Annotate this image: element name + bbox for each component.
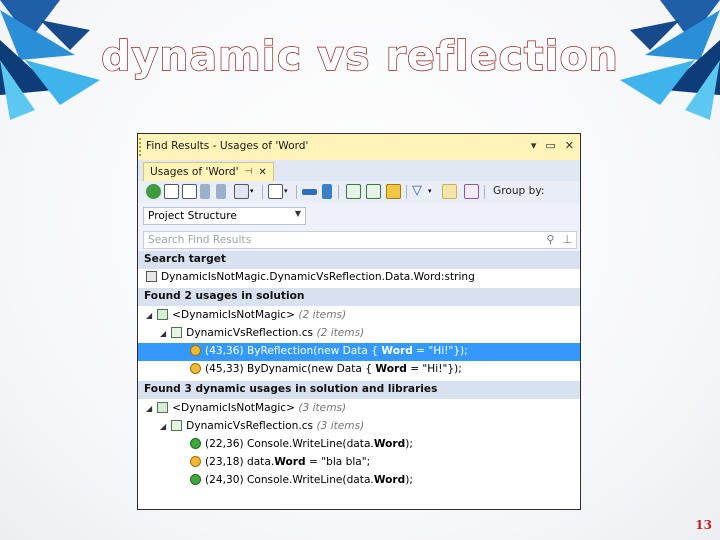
refresh-icon[interactable] xyxy=(146,184,161,199)
window-titlebar: Find Results - Usages of 'Word' ▾ ▭ ✕ xyxy=(138,134,580,161)
toolbar: ▾ ▾ ▽ ▾ Group by: xyxy=(138,181,580,204)
list-item-selected[interactable]: (43,36) ByReflection(new Data { Word = "… xyxy=(138,343,580,361)
close-icon[interactable]: ✕ xyxy=(565,139,574,152)
tab-pin-icon[interactable]: ⊣ xyxy=(245,167,253,177)
collapse-all-icon[interactable] xyxy=(182,184,197,199)
group-icon[interactable] xyxy=(464,184,479,199)
usage-read-icon xyxy=(190,474,201,485)
search-placeholder: Search Find Results xyxy=(148,234,252,246)
section-header: Found 2 usages in solution xyxy=(138,288,580,306)
highlight-icon[interactable] xyxy=(442,184,457,199)
window-title: Find Results - Usages of 'Word' xyxy=(146,140,309,152)
group-by-label: Group by: xyxy=(493,185,545,197)
export-icon[interactable] xyxy=(268,184,283,199)
next-icon[interactable] xyxy=(216,184,226,199)
search-row: Search Find Results ⚲ ⊥ xyxy=(138,229,580,251)
section-header: Found 3 dynamic usages in solution and l… xyxy=(138,381,580,399)
filter-dropdown-icon[interactable]: ▾ xyxy=(428,184,436,199)
list-item[interactable]: (24,30) Console.WriteLine(data.Word); xyxy=(138,472,580,490)
collapse-triangle-icon[interactable]: ◢ xyxy=(160,422,166,431)
show-preview-icon[interactable] xyxy=(366,184,381,199)
expand-all-icon[interactable] xyxy=(164,184,179,199)
window-menu-icon[interactable]: ▾ xyxy=(531,139,537,152)
collapse-triangle-icon[interactable]: ◢ xyxy=(160,329,166,338)
search-icon[interactable]: ⚲ xyxy=(546,233,554,246)
tab-usages-of-word[interactable]: Usages of 'Word' ⊣ ✕ xyxy=(143,162,274,181)
usage-write-icon xyxy=(190,363,201,374)
search-target-value: DynamicIsNotMagic.DynamicVsReflection.Da… xyxy=(161,271,475,283)
search-input[interactable]: Search Find Results ⚲ ⊥ xyxy=(143,231,577,249)
list-item[interactable]: ◢ DynamicVsReflection.cs (3 items) xyxy=(138,418,580,436)
collapse-triangle-icon[interactable]: ◢ xyxy=(146,311,152,320)
project-icon xyxy=(157,309,169,320)
lock-icon[interactable] xyxy=(386,184,401,199)
chevron-down-icon: ▼ xyxy=(294,209,301,218)
list-item[interactable]: ◢ DynamicVsReflection.cs (2 items) xyxy=(138,325,580,343)
page-number: 13 xyxy=(695,518,712,532)
usage-write-icon xyxy=(190,345,201,356)
export-dropdown-icon[interactable]: ▾ xyxy=(284,184,292,199)
usage-read-icon xyxy=(190,438,201,449)
csharp-file-icon xyxy=(171,327,183,338)
property-icon xyxy=(146,271,157,282)
filter-icon[interactable]: ▽ xyxy=(412,184,427,199)
tab-close-icon[interactable]: ✕ xyxy=(258,167,266,178)
collapse-triangle-icon[interactable]: ◢ xyxy=(146,404,152,413)
usage-write-icon xyxy=(190,456,201,467)
goto-icon[interactable] xyxy=(322,184,332,199)
merge-icon[interactable] xyxy=(302,189,317,195)
list-item[interactable]: ◢ <DynamicIsNotMagic> (2 items) xyxy=(138,307,580,325)
tab-label: Usages of 'Word' xyxy=(150,166,239,178)
list-item[interactable]: (22,36) Console.WriteLine(data.Word); xyxy=(138,436,580,454)
structure-row: Project Structure ▼ xyxy=(138,203,580,229)
csharp-file-icon xyxy=(171,420,183,431)
layout-dropdown-icon[interactable]: ▾ xyxy=(250,184,258,199)
layout-icon[interactable] xyxy=(234,184,249,199)
select-value: Project Structure xyxy=(148,210,237,222)
search-pin-icon[interactable]: ⊥ xyxy=(562,233,572,246)
tab-strip: Usages of 'Word' ⊣ ✕ xyxy=(138,160,580,181)
list-item[interactable]: (23,18) data.Word = "bla bla"; xyxy=(138,454,580,472)
drag-handle[interactable] xyxy=(139,138,141,156)
find-results-window: Find Results - Usages of 'Word' ▾ ▭ ✕ Us… xyxy=(137,133,581,510)
pin-icon[interactable]: ▭ xyxy=(545,139,555,152)
show-tree-icon[interactable] xyxy=(346,184,361,199)
slide-title: dynamic vs reflection xyxy=(100,31,619,80)
group-structure-select[interactable]: Project Structure ▼ xyxy=(143,207,306,225)
project-icon xyxy=(157,402,169,413)
list-item[interactable]: ◢ <DynamicIsNotMagic> (3 items) xyxy=(138,400,580,418)
previous-icon[interactable] xyxy=(200,184,210,199)
list-item[interactable]: (45,33) ByDynamic(new Data { Word = "Hi!… xyxy=(138,361,580,379)
section-header: Search target xyxy=(138,251,580,269)
list-item[interactable]: DynamicIsNotMagic.DynamicVsReflection.Da… xyxy=(138,269,580,287)
